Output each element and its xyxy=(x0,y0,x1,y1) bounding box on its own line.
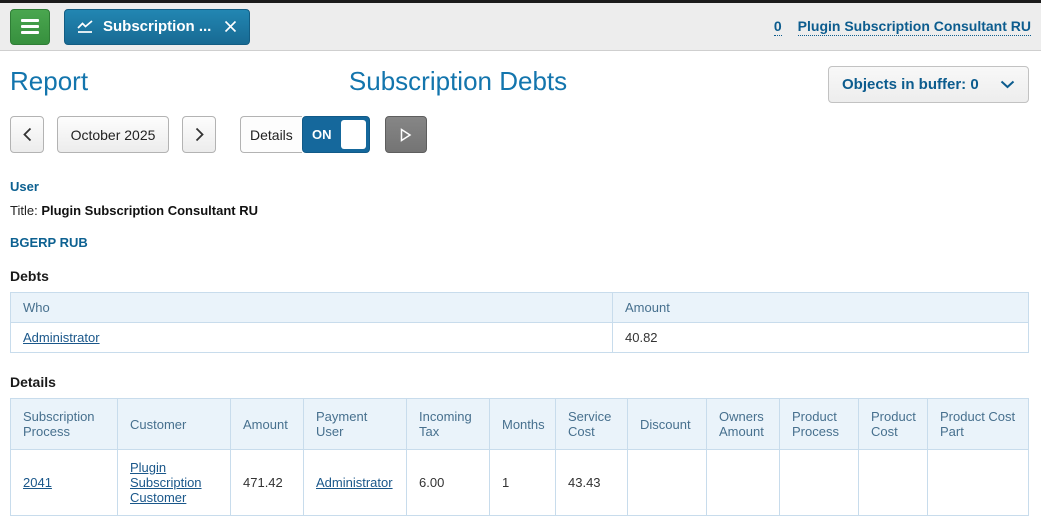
months-value: 1 xyxy=(489,449,556,516)
details-col-product-cost-part: Product Cost Part xyxy=(927,398,1029,450)
product-cost-part-value xyxy=(927,449,1029,516)
subscription-process-link[interactable]: 2041 xyxy=(23,475,52,490)
objects-in-buffer-button[interactable]: Objects in buffer: 0 xyxy=(828,66,1029,103)
run-report-button[interactable] xyxy=(384,116,427,153)
tab-close-icon[interactable] xyxy=(224,20,237,33)
topbar-right: 0 Plugin Subscription Consultant RU xyxy=(773,18,1031,36)
tab-subscription-report[interactable]: Subscription ... xyxy=(64,8,251,45)
owners-amount-value xyxy=(706,449,780,516)
report-title: Subscription Debts xyxy=(348,66,568,96)
debts-col-amount: Amount xyxy=(612,292,1029,323)
toggle-state-text: ON xyxy=(312,127,332,142)
details-col-subscription-process: Subscription Process xyxy=(10,398,118,450)
account-heading: BGERP RUB xyxy=(10,235,88,250)
debts-heading: Debts xyxy=(10,268,49,284)
next-month-button[interactable] xyxy=(182,116,216,153)
details-col-owners-amount: Owners Amount xyxy=(706,398,780,450)
details-col-product-cost: Product Cost xyxy=(858,398,928,450)
toggle-knob xyxy=(340,120,366,149)
trend-chart-icon xyxy=(77,20,94,33)
chevron-right-icon xyxy=(195,127,204,142)
current-user-link[interactable]: Plugin Subscription Consultant RU xyxy=(797,18,1031,36)
chevron-down-icon xyxy=(1000,76,1015,94)
details-table: Subscription Process Customer Amount Pay… xyxy=(10,398,1029,516)
details-col-payment-user: Payment User xyxy=(303,398,407,450)
buffer-button-label: Objects in buffer: 0 xyxy=(842,76,979,93)
title-value: Plugin Subscription Consultant RU xyxy=(41,203,258,218)
details-row: 2041 Plugin Subscription Customer 471.42… xyxy=(10,449,1029,516)
payment-user-link[interactable]: Administrator xyxy=(316,475,393,490)
details-amount-value: 471.42 xyxy=(230,449,304,516)
debts-row: Administrator 40.82 xyxy=(10,322,1029,353)
period-button[interactable]: October 2025 xyxy=(57,116,169,153)
details-col-incoming-tax: Incoming Tax xyxy=(406,398,490,450)
details-col-months: Months xyxy=(489,398,556,450)
tab-label: Subscription ... xyxy=(103,18,212,35)
chevron-left-icon xyxy=(22,127,31,142)
details-col-amount: Amount xyxy=(230,398,304,450)
incoming-tax-value: 6.00 xyxy=(406,449,490,516)
page-title: Report xyxy=(10,66,89,96)
customer-link[interactable]: Plugin Subscription Customer xyxy=(130,460,202,505)
debts-table: Who Amount Administrator 40.82 xyxy=(10,292,1029,353)
buffer-count-link[interactable]: 0 xyxy=(773,18,782,36)
details-heading: Details xyxy=(10,374,56,390)
debts-col-who: Who xyxy=(10,292,613,323)
title-label: Title: xyxy=(10,203,38,218)
details-toggle-switch[interactable]: ON xyxy=(301,116,370,153)
user-section-heading: User xyxy=(10,179,39,194)
product-cost-value xyxy=(858,449,928,516)
details-toggle-group: Details ON xyxy=(240,116,370,153)
service-cost-value: 43.43 xyxy=(555,449,628,516)
details-col-service-cost: Service Cost xyxy=(555,398,628,450)
debts-amount-value: 40.82 xyxy=(612,322,1029,353)
details-header-row: Subscription Process Customer Amount Pay… xyxy=(10,398,1029,450)
user-title-line: Title: Plugin Subscription Consultant RU xyxy=(10,203,1031,218)
details-toggle-label: Details xyxy=(240,116,302,153)
header-row: Report Subscription Debts Objects in buf… xyxy=(10,66,1029,103)
hamburger-icon xyxy=(21,19,39,22)
debts-header-row: Who Amount xyxy=(10,292,1029,323)
details-col-product-process: Product Process xyxy=(779,398,859,450)
play-icon xyxy=(400,127,412,142)
product-process-value xyxy=(779,449,859,516)
details-col-discount: Discount xyxy=(627,398,707,450)
details-col-customer: Customer xyxy=(117,398,231,450)
previous-month-button[interactable] xyxy=(10,116,44,153)
hamburger-menu-button[interactable] xyxy=(10,8,50,45)
top-bar: Subscription ... 0 Plugin Subscription C… xyxy=(0,0,1041,51)
toolbar: October 2025 Details ON xyxy=(10,116,1031,153)
debts-who-link[interactable]: Administrator xyxy=(23,330,100,345)
discount-value xyxy=(627,449,707,516)
